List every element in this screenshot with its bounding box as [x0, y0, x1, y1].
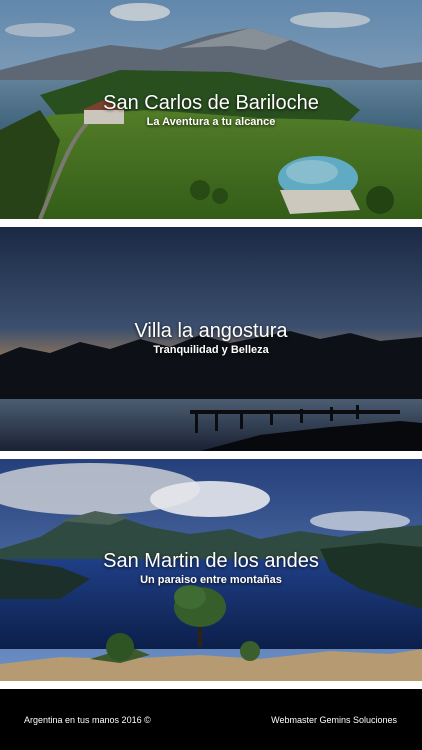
page-footer: Argentina en tus manos 2016 © Webmaster … — [0, 689, 422, 750]
destination-card-villa-la-angostura[interactable]: Villa la angostura Tranquilidad y Bellez… — [0, 227, 422, 451]
card-caption: Villa la angostura Tranquilidad y Bellez… — [0, 319, 422, 357]
card-caption: San Carlos de Bariloche La Aventura a tu… — [0, 91, 422, 129]
footer-copyright: Argentina en tus manos 2016 © — [24, 715, 151, 725]
card-caption: San Martin de los andes Un paraiso entre… — [0, 549, 422, 587]
destination-card-san-martin-de-los-andes[interactable]: San Martin de los andes Un paraiso entre… — [0, 459, 422, 681]
footer-credit-link[interactable]: Webmaster Gemins Soluciones — [271, 715, 397, 725]
card-subtitle: Tranquilidad y Belleza — [153, 344, 269, 356]
destination-card-bariloche[interactable]: San Carlos de Bariloche La Aventura a tu… — [0, 0, 422, 219]
card-title: San Martin de los andes — [103, 550, 319, 572]
card-subtitle: Un paraiso entre montañas — [140, 574, 282, 586]
card-title: San Carlos de Bariloche — [103, 92, 319, 114]
card-title: Villa la angostura — [134, 320, 288, 342]
card-subtitle: La Aventura a tu alcance — [146, 116, 276, 128]
